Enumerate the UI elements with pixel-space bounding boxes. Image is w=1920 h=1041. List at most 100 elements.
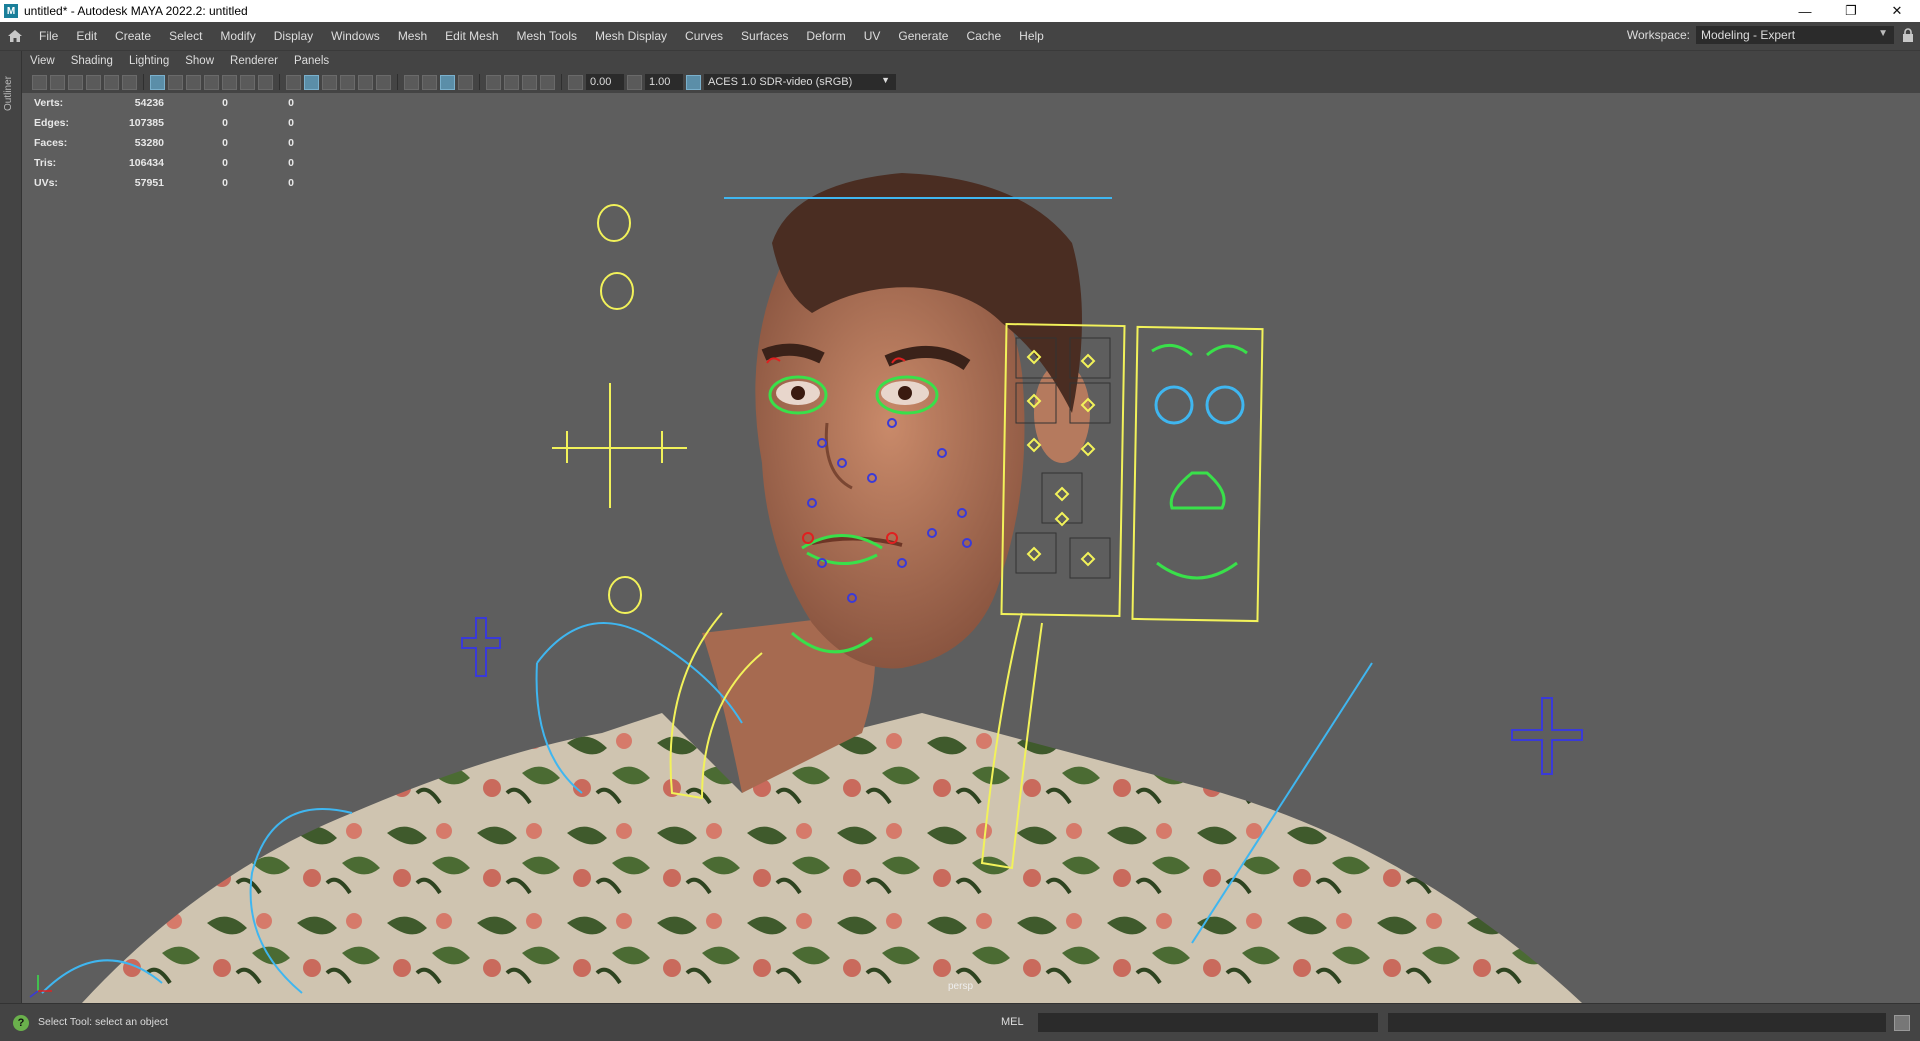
exposure-field[interactable]: 0.00 <box>586 74 624 90</box>
hud-value: 106434 <box>128 157 164 169</box>
workspace-value: Modeling - Expert <box>1701 28 1796 42</box>
wireframe-icon[interactable] <box>286 74 301 90</box>
help-line-icon: ? <box>13 1015 29 1031</box>
main-menu-bar: File Edit Create Select Modify Display W… <box>0 22 1920 51</box>
hud-value: 0 <box>222 177 228 189</box>
menu-cache[interactable]: Cache <box>957 29 1010 43</box>
safe-title-icon[interactable] <box>258 74 273 90</box>
use-all-lights-icon[interactable] <box>358 74 373 90</box>
resolution-gate-icon[interactable] <box>186 74 201 90</box>
depth-of-field-icon[interactable] <box>458 74 473 90</box>
xray-active-components-icon[interactable] <box>522 74 537 90</box>
smooth-shade-icon[interactable] <box>304 74 319 90</box>
hud-row: Tris: 106434 0 0 <box>34 153 294 173</box>
motion-blur-icon[interactable] <box>422 74 437 90</box>
title-bar: M untitled* - Autodesk MAYA 2022.2: unti… <box>0 0 1920 22</box>
menu-mesh[interactable]: Mesh <box>389 29 436 43</box>
view-transform-dropdown[interactable]: ACES 1.0 SDR-video (sRGB) ▼ <box>704 74 896 90</box>
toolbar-divider <box>279 74 280 90</box>
gate-mask-icon[interactable] <box>204 74 219 90</box>
poly-count-hud: Verts: 54236 0 0 Edges: 107385 0 0 Faces… <box>34 93 294 193</box>
field-chart-icon[interactable] <box>222 74 237 90</box>
shadows-icon[interactable] <box>376 74 391 90</box>
panel-menu-bar: View Shading Lighting Show Renderer Pane… <box>22 51 1920 71</box>
menu-edit-mesh[interactable]: Edit Mesh <box>436 29 507 43</box>
anti-aliasing-icon[interactable] <box>440 74 455 90</box>
panel-menu-lighting[interactable]: Lighting <box>121 55 177 67</box>
command-language-toggle[interactable]: MEL <box>1001 1016 1024 1028</box>
select-camera-icon[interactable] <box>32 74 47 90</box>
panel-menu-view[interactable]: View <box>22 55 63 67</box>
camera-name-label: persp <box>948 981 974 992</box>
menu-generate[interactable]: Generate <box>889 29 957 43</box>
hud-value: 0 <box>288 157 294 169</box>
grease-pencil-icon[interactable] <box>122 74 137 90</box>
maya-app-icon: M <box>4 4 18 18</box>
script-editor-icon[interactable] <box>1894 1015 1910 1031</box>
window-title: untitled* - Autodesk MAYA 2022.2: untitl… <box>24 4 248 18</box>
menu-help[interactable]: Help <box>1010 29 1053 43</box>
hud-value: 0 <box>288 137 294 149</box>
bookmarks-icon[interactable] <box>68 74 83 90</box>
help-line-and-command-line: ? Select Tool: select an object MEL <box>0 1003 1920 1041</box>
camera-attributes-icon[interactable] <box>50 74 65 90</box>
hud-label: Faces: <box>34 137 68 149</box>
grid-icon[interactable] <box>150 74 165 90</box>
command-line-input[interactable] <box>1038 1013 1378 1032</box>
menu-modify[interactable]: Modify <box>211 29 264 43</box>
menu-file[interactable]: File <box>30 29 67 43</box>
gamma-icon[interactable] <box>627 74 642 90</box>
panel-menu-panels[interactable]: Panels <box>286 55 337 67</box>
toolbar-divider <box>143 74 144 90</box>
exposure-icon[interactable] <box>568 74 583 90</box>
menu-deform[interactable]: Deform <box>797 29 854 43</box>
hud-value: 107385 <box>128 117 164 129</box>
menu-mesh-display[interactable]: Mesh Display <box>586 29 676 43</box>
color-management-icon[interactable] <box>686 74 701 90</box>
minimize-icon[interactable]: — <box>1782 0 1828 22</box>
lock-icon[interactable] <box>1902 28 1914 42</box>
menu-uv[interactable]: UV <box>855 29 890 43</box>
hud-value: 0 <box>288 177 294 189</box>
hud-row: Verts: 54236 0 0 <box>34 93 294 113</box>
panel-menu-show[interactable]: Show <box>177 55 222 67</box>
hud-label: Verts: <box>34 97 64 109</box>
close-icon[interactable]: ✕ <box>1874 0 1920 22</box>
menu-display[interactable]: Display <box>265 29 322 43</box>
safe-action-icon[interactable] <box>240 74 255 90</box>
film-gate-icon[interactable] <box>168 74 183 90</box>
isolate-select-icon[interactable] <box>486 74 501 90</box>
home-icon[interactable] <box>0 22 30 50</box>
menu-curves[interactable]: Curves <box>676 29 732 43</box>
menu-mesh-tools[interactable]: Mesh Tools <box>508 29 586 43</box>
toolbar-divider <box>397 74 398 90</box>
gamma-field[interactable]: 1.00 <box>645 74 683 90</box>
two-d-pan-zoom-icon[interactable] <box>104 74 119 90</box>
hud-value: 0 <box>222 157 228 169</box>
workspace-dropdown[interactable]: Modeling - Expert ▼ <box>1696 26 1894 44</box>
perspective-viewport[interactable]: Verts: 54236 0 0 Edges: 107385 0 0 Faces… <box>22 93 1920 1003</box>
help-line-text: Select Tool: select an object <box>38 1016 168 1028</box>
panel-toolbar: 0.00 1.00 ACES 1.0 SDR-video (sRGB) ▼ <box>22 71 1920 93</box>
character-shirt <box>82 713 1582 1003</box>
ambient-occlusion-icon[interactable] <box>404 74 419 90</box>
wireframe-on-shaded-icon[interactable] <box>322 74 337 90</box>
panel-menu-renderer[interactable]: Renderer <box>222 55 286 67</box>
menu-select[interactable]: Select <box>160 29 211 43</box>
panel-menu-shading[interactable]: Shading <box>63 55 121 67</box>
hud-value: 0 <box>288 117 294 129</box>
menu-create[interactable]: Create <box>106 29 160 43</box>
image-plane-icon[interactable] <box>86 74 101 90</box>
outliner-side-tab[interactable]: Outliner <box>0 51 22 1003</box>
chevron-down-icon: ▼ <box>1878 28 1888 39</box>
xray-joints-icon[interactable] <box>540 74 555 90</box>
menu-windows[interactable]: Windows <box>322 29 389 43</box>
textured-icon[interactable] <box>340 74 355 90</box>
menu-surfaces[interactable]: Surfaces <box>732 29 797 43</box>
xray-icon[interactable] <box>504 74 519 90</box>
menu-edit[interactable]: Edit <box>67 29 106 43</box>
hud-value: 54236 <box>134 97 164 109</box>
workspace-label: Workspace: <box>1626 28 1690 42</box>
restore-icon[interactable]: ❐ <box>1828 0 1874 22</box>
toolbar-divider <box>479 74 480 90</box>
